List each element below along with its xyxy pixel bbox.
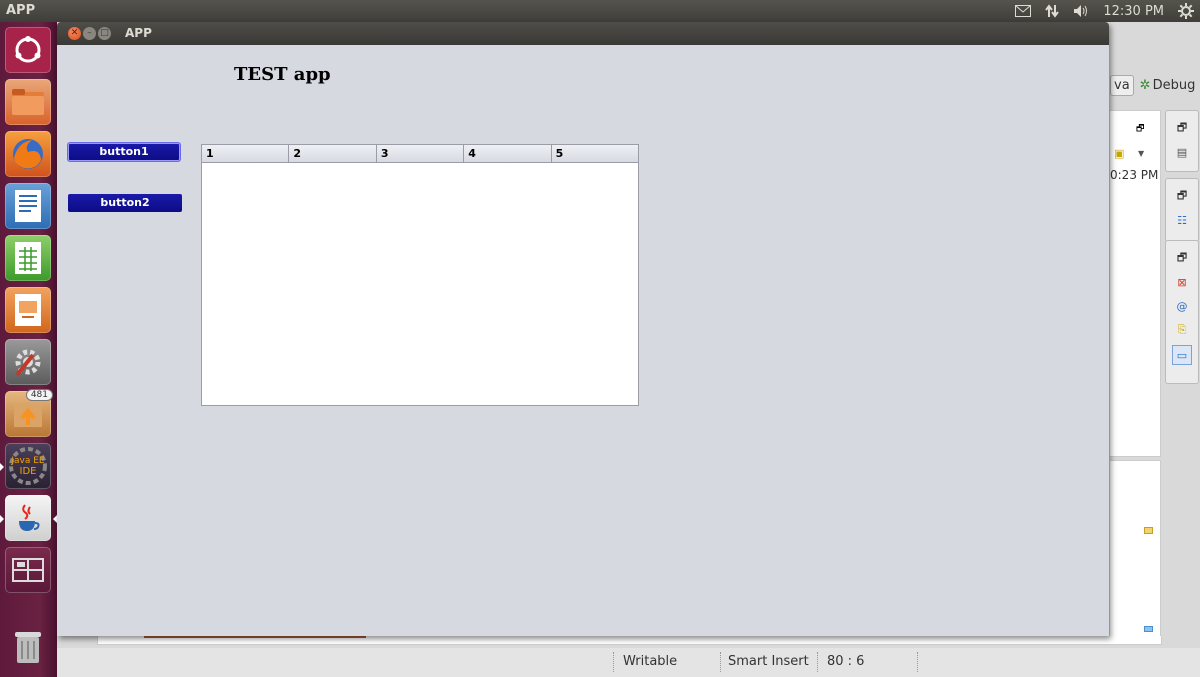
- java-app-icon[interactable]: [5, 495, 51, 541]
- status-separator: [613, 652, 615, 672]
- table-header: 1 2 3 4 5: [202, 145, 638, 163]
- restore-view-icon[interactable]: 🗗: [1173, 249, 1191, 267]
- indicator-area: 12:30 PM: [1015, 0, 1194, 22]
- data-table[interactable]: 1 2 3 4 5: [201, 144, 639, 406]
- column-header[interactable]: 4: [464, 145, 552, 162]
- side-trim-stack-1: 🗗 ▤: [1165, 110, 1199, 172]
- maximize-window-icon[interactable]: □: [98, 27, 111, 40]
- status-separator: [817, 652, 819, 672]
- app-titlebar[interactable]: ✕ – □ APP: [57, 22, 1109, 45]
- minimize-window-icon[interactable]: –: [83, 27, 96, 40]
- close-window-icon[interactable]: ✕: [68, 27, 81, 40]
- column-header[interactable]: 1: [202, 145, 290, 162]
- progress-line: [144, 636, 366, 638]
- warning-marker-icon[interactable]: [1144, 527, 1153, 534]
- column-header[interactable]: 2: [289, 145, 377, 162]
- software-updater-icon[interactable]: 481: [5, 389, 53, 437]
- status-cursor-position: 80 : 6: [827, 654, 865, 669]
- info-marker-icon[interactable]: [1144, 626, 1153, 632]
- libreoffice-impress-icon[interactable]: [5, 287, 51, 333]
- column-header[interactable]: 3: [377, 145, 465, 162]
- app-window: ✕ – □ APP TEST app button1 button2 1 2 3…: [57, 22, 1109, 636]
- top-panel-app-name: APP: [6, 3, 36, 18]
- debug-icon: ✲: [1139, 78, 1151, 93]
- console-view-icon[interactable]: ▭: [1172, 345, 1192, 365]
- java-perspective-button[interactable]: va: [1110, 75, 1134, 96]
- restore-view-icon[interactable]: 🗗: [1173, 187, 1191, 205]
- java-ee-ide-icon[interactable]: Java EE IDE: [5, 443, 51, 489]
- declaration-view-icon[interactable]: ⎘: [1173, 321, 1191, 339]
- workspace-switcher-icon[interactable]: [5, 547, 51, 593]
- dropdown-arrow-icon[interactable]: ▼: [1138, 149, 1144, 158]
- clock[interactable]: 12:30 PM: [1103, 4, 1164, 19]
- problems-view-icon[interactable]: ⊠: [1173, 273, 1191, 291]
- files-icon[interactable]: [5, 79, 51, 125]
- ubuntu-dash-icon[interactable]: [5, 27, 51, 73]
- eclipse-view-panel: 🗗 ▣ ▼ 0:23 PM: [1110, 110, 1161, 457]
- status-insert-mode[interactable]: Smart Insert: [728, 654, 809, 669]
- svg-text:IDE: IDE: [20, 466, 37, 477]
- running-indicator-icon: [0, 463, 4, 471]
- new-item-icon[interactable]: ▣: [1114, 147, 1124, 160]
- window-title: APP: [125, 26, 152, 40]
- settings-gear-icon[interactable]: [1178, 3, 1194, 19]
- restore-view-icon[interactable]: 🗗: [1173, 119, 1191, 137]
- update-count-badge: 481: [25, 389, 53, 401]
- perspective-switcher: va ✲ Debug: [1110, 75, 1195, 96]
- firefox-icon[interactable]: [5, 131, 51, 177]
- javadoc-view-icon[interactable]: @: [1173, 297, 1191, 315]
- volume-icon[interactable]: [1073, 4, 1089, 18]
- eclipse-lower-panel: [1110, 460, 1161, 645]
- top-panel: APP 12:30 PM: [0, 0, 1200, 22]
- system-settings-icon[interactable]: [5, 339, 51, 385]
- button1[interactable]: button1: [68, 143, 180, 161]
- side-trim-stack-3: 🗗 ⊠ @ ⎘ ▭: [1165, 240, 1199, 384]
- network-icon[interactable]: [1045, 4, 1060, 18]
- table-body[interactable]: [202, 163, 638, 405]
- status-separator: [720, 652, 722, 672]
- column-header[interactable]: 5: [552, 145, 638, 162]
- restore-view-icon[interactable]: 🗗: [1136, 121, 1144, 137]
- libreoffice-calc-icon[interactable]: [5, 235, 51, 281]
- svg-text:Java EE: Java EE: [10, 456, 45, 466]
- debug-perspective-label: Debug: [1152, 78, 1196, 93]
- view-time-text: 0:23 PM: [1110, 168, 1159, 182]
- status-writable: Writable: [623, 654, 678, 669]
- button2[interactable]: button2: [68, 194, 182, 212]
- hierarchy-view-icon[interactable]: ☷: [1173, 211, 1191, 229]
- running-indicator-icon: [0, 515, 4, 523]
- launcher: 481 Java EE IDE: [0, 22, 58, 677]
- eclipse-status-bar: Writable Smart Insert 80 : 6: [57, 648, 1200, 677]
- trash-icon[interactable]: [5, 624, 51, 670]
- status-separator: [917, 652, 919, 672]
- side-trim-stack-2: 🗗 ☷: [1165, 178, 1199, 242]
- app-heading: TEST app: [234, 64, 331, 85]
- mail-icon[interactable]: [1015, 5, 1032, 17]
- outline-view-icon[interactable]: ▤: [1173, 143, 1191, 161]
- eclipse-editor-bottom: [97, 636, 1162, 645]
- debug-perspective-button[interactable]: ✲ Debug: [1140, 78, 1196, 93]
- libreoffice-writer-icon[interactable]: [5, 183, 51, 229]
